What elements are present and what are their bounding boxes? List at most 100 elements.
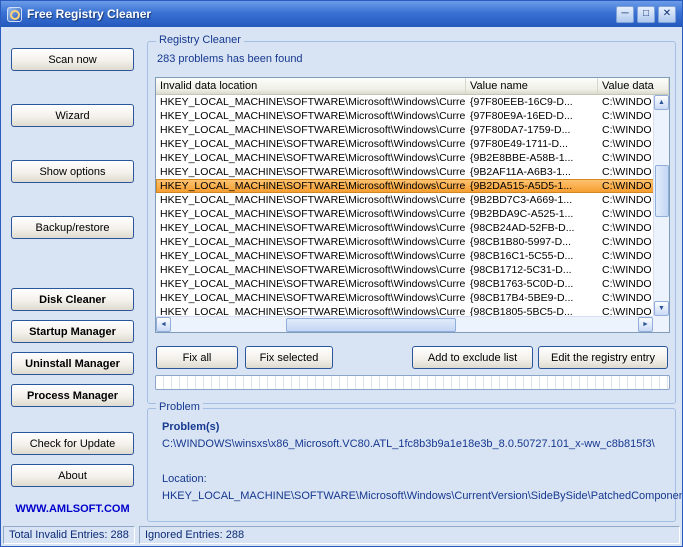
table-cell: {9B2BD7C3-A669-1... (466, 193, 598, 207)
table-cell: HKEY_LOCAL_MACHINE\SOFTWARE\Microsoft\Wi… (156, 165, 466, 179)
wizard-button[interactable]: Wizard (11, 104, 134, 127)
table-header: Invalid data location Value name Value d… (156, 78, 669, 95)
table-row[interactable]: HKEY_LOCAL_MACHINE\SOFTWARE\Microsoft\Wi… (156, 291, 655, 305)
edit-registry-entry-button[interactable]: Edit the registry entry (538, 346, 668, 369)
table-cell: HKEY_LOCAL_MACHINE\SOFTWARE\Microsoft\Wi… (156, 235, 466, 249)
maximize-icon[interactable]: □ (637, 6, 655, 23)
table-row[interactable]: HKEY_LOCAL_MACHINE\SOFTWARE\Microsoft\Wi… (156, 123, 655, 137)
table-cell: {97F80E9A-16ED-D... (466, 109, 598, 123)
scan-now-button[interactable]: Scan now (11, 48, 134, 71)
table-cell: HKEY_LOCAL_MACHINE\SOFTWARE\Microsoft\Wi… (156, 151, 466, 165)
table-cell: {98CB16C1-5C55-D... (466, 249, 598, 263)
uninstall-manager-button[interactable]: Uninstall Manager (11, 352, 134, 375)
problem-location-label: Location: (162, 473, 207, 485)
table-row[interactable]: HKEY_LOCAL_MACHINE\SOFTWARE\Microsoft\Wi… (156, 137, 655, 151)
table-cell: HKEY_LOCAL_MACHINE\SOFTWARE\Microsoft\Wi… (156, 277, 466, 291)
column-header-invalid-data-location[interactable]: Invalid data location (156, 78, 466, 94)
status-ignored-entries: Ignored Entries: 288 (139, 526, 680, 544)
table-cell: HKEY_LOCAL_MACHINE\SOFTWARE\Microsoft\Wi… (156, 95, 466, 109)
table-cell: HKEY_LOCAL_MACHINE\SOFTWARE\Microsoft\Wi… (156, 249, 466, 263)
table-cell: C:\WINDO (598, 109, 655, 123)
table-cell: {9B2DA515-A5D5-1... (466, 179, 598, 193)
column-header-value-name[interactable]: Value name (466, 78, 598, 94)
horizontal-scroll-thumb[interactable] (286, 318, 456, 332)
app-icon (7, 7, 22, 22)
vertical-scroll-thumb[interactable] (655, 165, 669, 217)
table-row[interactable]: HKEY_LOCAL_MACHINE\SOFTWARE\Microsoft\Wi… (156, 207, 655, 221)
table-row[interactable]: HKEY_LOCAL_MACHINE\SOFTWARE\Microsoft\Wi… (156, 221, 655, 235)
table-row[interactable]: HKEY_LOCAL_MACHINE\SOFTWARE\Microsoft\Wi… (156, 151, 655, 165)
horizontal-scrollbar[interactable]: ◄ ► (156, 316, 653, 332)
table-cell: HKEY_LOCAL_MACHINE\SOFTWARE\Microsoft\Wi… (156, 109, 466, 123)
minimize-icon[interactable]: ─ (616, 6, 634, 23)
table-cell: HKEY_LOCAL_MACHINE\SOFTWARE\Microsoft\Wi… (156, 193, 466, 207)
table-cell: HKEY_LOCAL_MACHINE\SOFTWARE\Microsoft\Wi… (156, 263, 466, 277)
disk-cleaner-button[interactable]: Disk Cleaner (11, 288, 134, 311)
table-cell: {98CB1712-5C31-D... (466, 263, 598, 277)
window-title: Free Registry Cleaner (27, 7, 151, 21)
table-cell: C:\WINDO (598, 305, 655, 316)
table-cell: {98CB1805-5BC5-D... (466, 305, 598, 316)
table-cell: HKEY_LOCAL_MACHINE\SOFTWARE\Microsoft\Wi… (156, 207, 466, 221)
table-body: HKEY_LOCAL_MACHINE\SOFTWARE\Microsoft\Wi… (156, 95, 655, 316)
table-cell: C:\WINDO (598, 179, 655, 193)
website-link[interactable]: WWW.AMLSOFT.COM (11, 503, 134, 515)
table-row[interactable]: HKEY_LOCAL_MACHINE\SOFTWARE\Microsoft\Wi… (156, 109, 655, 123)
problem-location-value: HKEY_LOCAL_MACHINE\SOFTWARE\Microsoft\Wi… (162, 490, 683, 502)
table-row[interactable]: HKEY_LOCAL_MACHINE\SOFTWARE\Microsoft\Wi… (156, 249, 655, 263)
table-cell: C:\WINDO (598, 263, 655, 277)
check-for-update-button[interactable]: Check for Update (11, 432, 134, 455)
scroll-down-icon[interactable]: ▼ (654, 301, 669, 316)
process-manager-button[interactable]: Process Manager (11, 384, 134, 407)
table-cell: {97F80EEB-16C9-D... (466, 95, 598, 109)
problem-path-text: C:\WINDOWS\winsxs\x86_Microsoft.VC80.ATL… (162, 438, 655, 450)
title-bar[interactable]: Free Registry Cleaner ─ □ ✕ (1, 1, 682, 27)
table-row[interactable]: HKEY_LOCAL_MACHINE\SOFTWARE\Microsoft\Wi… (156, 179, 655, 193)
table-cell: HKEY_LOCAL_MACHINE\SOFTWARE\Microsoft\Wi… (156, 291, 466, 305)
close-icon[interactable]: ✕ (658, 6, 676, 23)
table-row[interactable]: HKEY_LOCAL_MACHINE\SOFTWARE\Microsoft\Wi… (156, 263, 655, 277)
show-options-button[interactable]: Show options (11, 160, 134, 183)
table-cell: C:\WINDO (598, 235, 655, 249)
startup-manager-button[interactable]: Startup Manager (11, 320, 134, 343)
table-cell: C:\WINDO (598, 165, 655, 179)
column-header-value-data[interactable]: Value data (598, 78, 669, 94)
fix-selected-button[interactable]: Fix selected (245, 346, 333, 369)
table-cell: C:\WINDO (598, 291, 655, 305)
scroll-right-icon[interactable]: ► (638, 317, 653, 332)
table-cell: {98CB17B4-5BE9-D... (466, 291, 598, 305)
table-cell: {98CB1B80-5997-D... (466, 235, 598, 249)
problems-table: Invalid data location Value name Value d… (155, 77, 670, 333)
progress-bar (155, 375, 670, 390)
table-cell: {98CB1763-5C0D-D... (466, 277, 598, 291)
problem-group-label: Problem (156, 401, 203, 413)
fix-all-button[interactable]: Fix all (156, 346, 238, 369)
table-row[interactable]: HKEY_LOCAL_MACHINE\SOFTWARE\Microsoft\Wi… (156, 305, 655, 316)
table-row[interactable]: HKEY_LOCAL_MACHINE\SOFTWARE\Microsoft\Wi… (156, 95, 655, 109)
status-total-invalid-entries: Total Invalid Entries: 288 (3, 526, 135, 544)
table-cell: C:\WINDO (598, 221, 655, 235)
table-cell: HKEY_LOCAL_MACHINE\SOFTWARE\Microsoft\Wi… (156, 305, 466, 316)
table-cell: HKEY_LOCAL_MACHINE\SOFTWARE\Microsoft\Wi… (156, 221, 466, 235)
table-row[interactable]: HKEY_LOCAL_MACHINE\SOFTWARE\Microsoft\Wi… (156, 193, 655, 207)
table-cell: {9B2BDA9C-A525-1... (466, 207, 598, 221)
table-row[interactable]: HKEY_LOCAL_MACHINE\SOFTWARE\Microsoft\Wi… (156, 277, 655, 291)
window-controls: ─ □ ✕ (616, 6, 676, 23)
scroll-left-icon[interactable]: ◄ (156, 317, 171, 332)
about-button[interactable]: About (11, 464, 134, 487)
table-row[interactable]: HKEY_LOCAL_MACHINE\SOFTWARE\Microsoft\Wi… (156, 235, 655, 249)
table-cell: C:\WINDO (598, 151, 655, 165)
registry-cleaner-group-label: Registry Cleaner (156, 34, 244, 46)
table-cell: {9B2AF11A-A6B3-1... (466, 165, 598, 179)
vertical-scrollbar[interactable]: ▲ ▼ (653, 95, 669, 316)
backup-restore-button[interactable]: Backup/restore (11, 216, 134, 239)
table-cell: C:\WINDO (598, 249, 655, 263)
table-cell: C:\WINDO (598, 193, 655, 207)
scroll-up-icon[interactable]: ▲ (654, 95, 669, 110)
table-cell: HKEY_LOCAL_MACHINE\SOFTWARE\Microsoft\Wi… (156, 179, 466, 193)
table-row[interactable]: HKEY_LOCAL_MACHINE\SOFTWARE\Microsoft\Wi… (156, 165, 655, 179)
table-cell: C:\WINDO (598, 95, 655, 109)
table-cell: HKEY_LOCAL_MACHINE\SOFTWARE\Microsoft\Wi… (156, 137, 466, 151)
add-to-exclude-list-button[interactable]: Add to exclude list (412, 346, 533, 369)
problems-found-text: 283 problems has been found (157, 53, 303, 65)
